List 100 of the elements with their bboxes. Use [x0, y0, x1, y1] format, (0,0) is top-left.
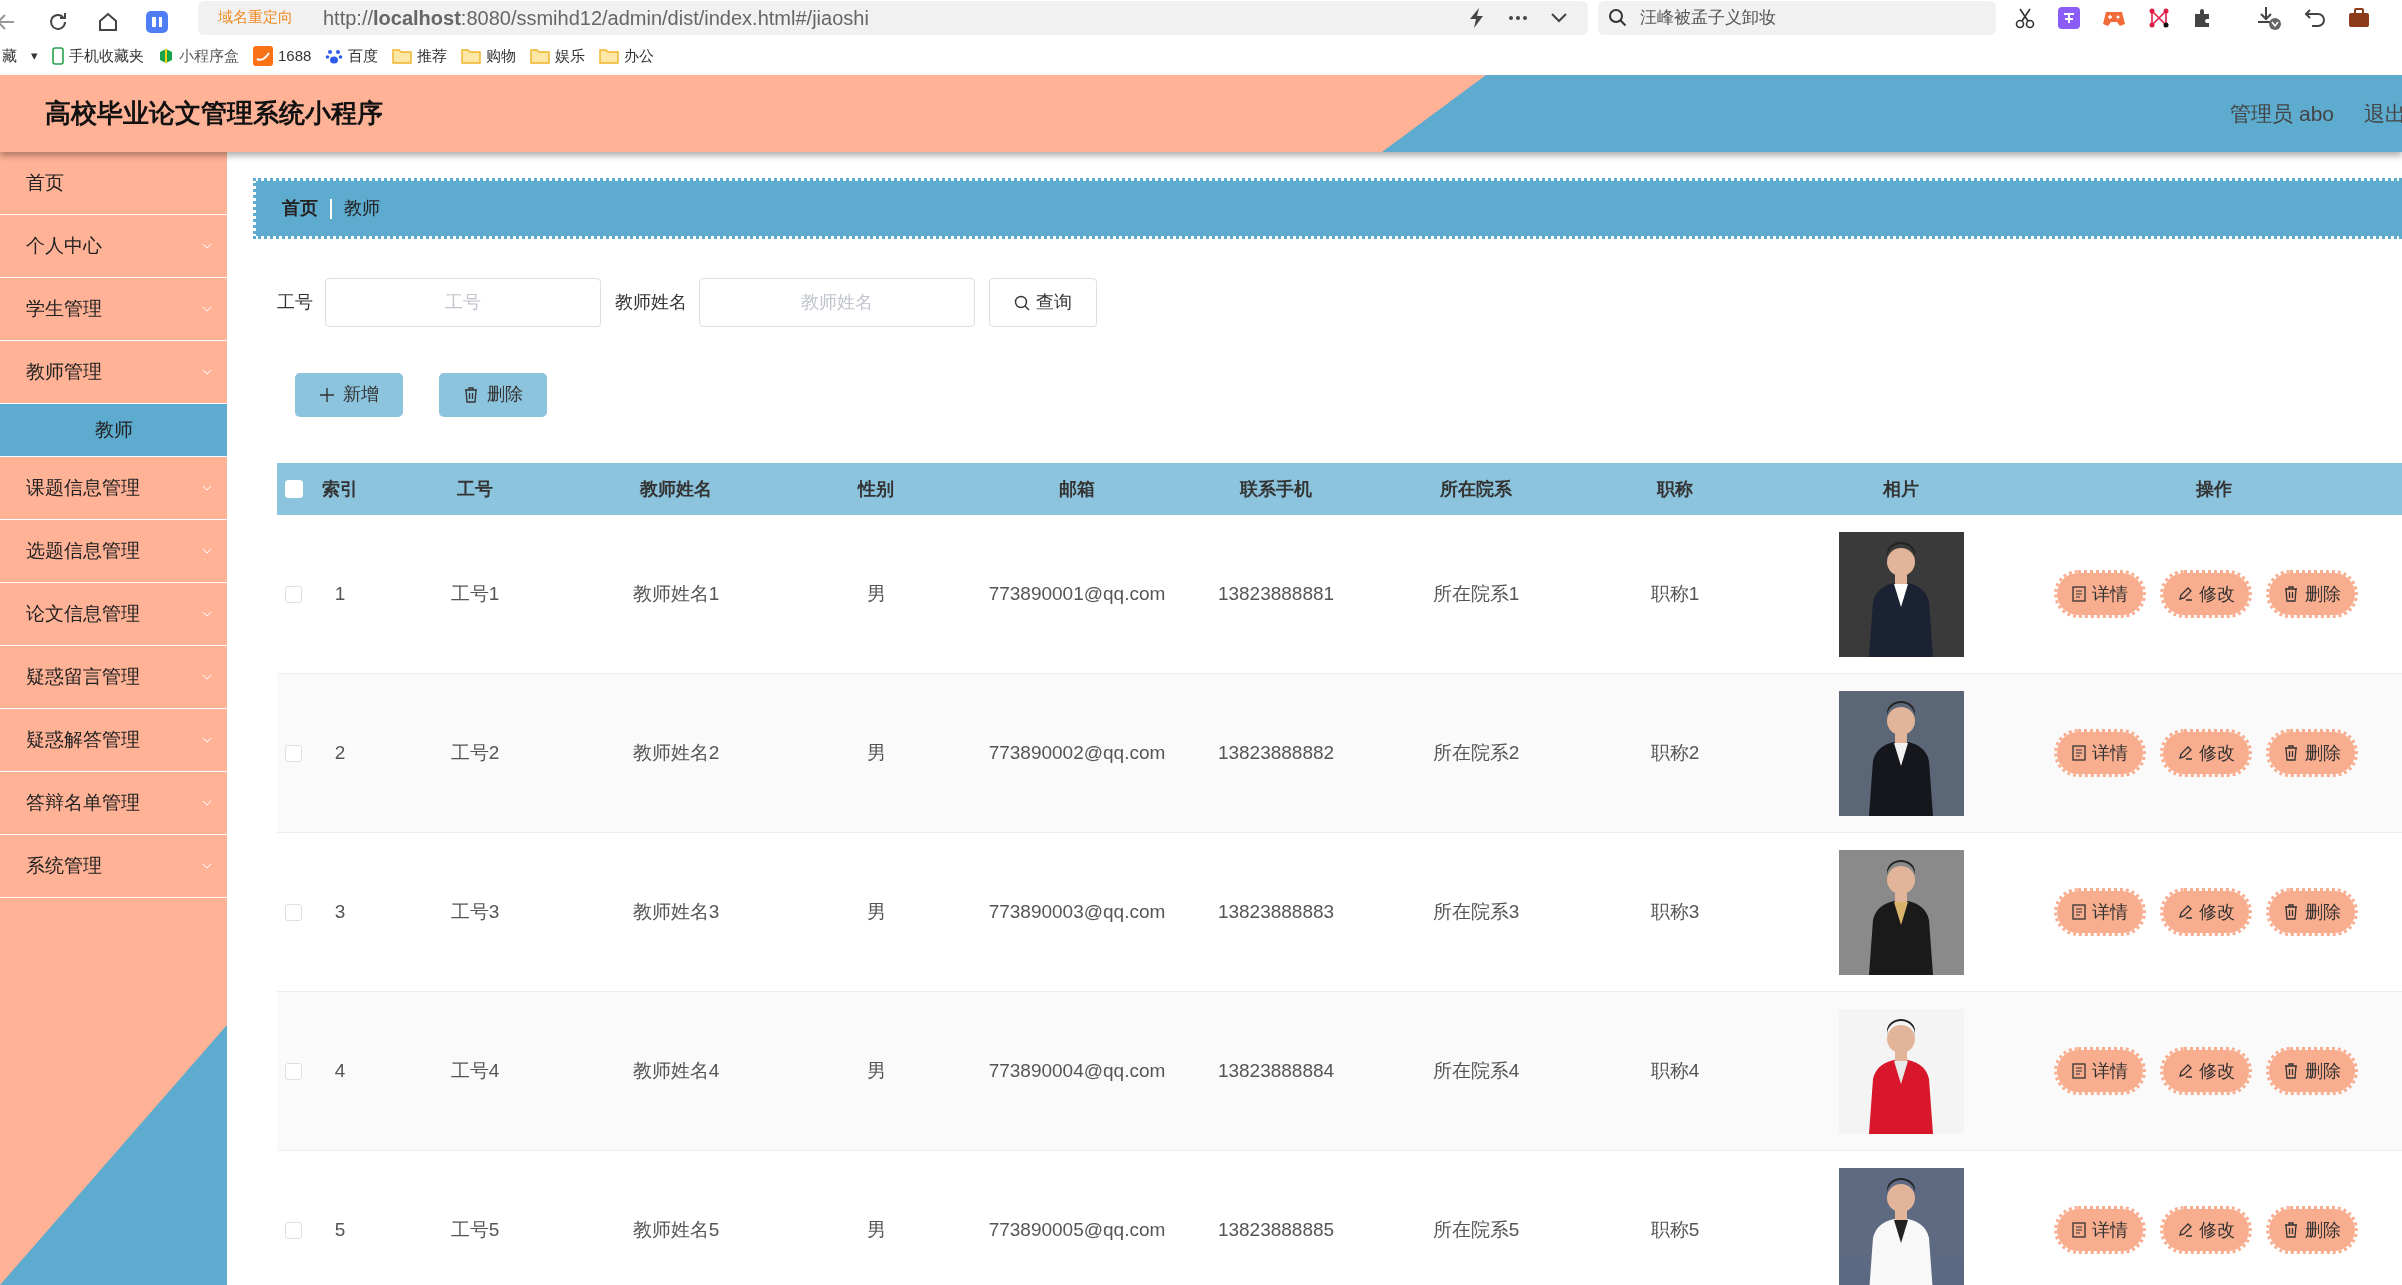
lightning-icon[interactable] — [1468, 7, 1486, 28]
table-cell-text: 2 — [334, 740, 346, 765]
bookmark-item[interactable]: 手机收藏夹 — [52, 44, 144, 68]
address-bar[interactable]: 域名重定向 http://localhost:8080/ssmihd12/admin/dist/index.html#/jiaoshi — [198, 0, 1588, 35]
edit-button[interactable]: 修改 — [2160, 888, 2252, 936]
table-cell-text: 1 — [334, 581, 346, 606]
table-cell-text: 773890004@qq.com — [988, 1058, 1166, 1083]
user-label: 管理员 abo — [2230, 100, 2334, 127]
table-cell-text: 职称1 — [1650, 581, 1700, 606]
url-text: http://localhost:8080/ssmihd12/admin/dist/index.html#/jiaoshi — [323, 5, 869, 31]
detail-button[interactable]: 详情 — [2054, 888, 2146, 936]
folder-icon — [530, 48, 551, 64]
translate-icon[interactable] — [2058, 6, 2080, 29]
column-header: 索引 — [322, 477, 358, 501]
bookmark-item[interactable]: 小程序盒 — [158, 44, 239, 68]
trash-icon — [463, 386, 479, 403]
folder-icon — [392, 48, 413, 64]
delete-button[interactable]: 删除 — [2266, 888, 2358, 936]
table-cell-text: 男 — [866, 1058, 886, 1083]
bookmark-item[interactable]: 购物 — [461, 44, 517, 68]
column-header: 相片 — [1883, 477, 1919, 501]
bookmark-item[interactable]: 百度 — [325, 44, 379, 68]
more-icon[interactable] — [1508, 14, 1528, 21]
table-cell-text: 13823888884 — [1217, 1058, 1335, 1083]
table-cell-text: 4 — [334, 1058, 346, 1083]
table-cell-text: 教师姓名2 — [632, 740, 720, 765]
checkbox[interactable] — [285, 1062, 302, 1080]
table-cell-text: 教师姓名3 — [632, 899, 720, 924]
search-button[interactable]: 查询 — [989, 278, 1097, 327]
table-cell-text: 773890001@qq.com — [988, 581, 1166, 606]
detail-button[interactable]: 详情 — [2054, 570, 2146, 618]
input-field[interactable]: 工号 — [325, 278, 601, 327]
table-cell-text: 男 — [866, 740, 886, 765]
pencil-icon — [2177, 904, 2193, 920]
download-icon[interactable] — [2256, 4, 2282, 31]
trash-icon — [2283, 1222, 2299, 1238]
bookmark-item[interactable]: 1688 — [253, 44, 312, 68]
pencil-icon — [2177, 1222, 2193, 1238]
column-header: 联系手机 — [1240, 477, 1312, 501]
sidebar-subitem[interactable]: 教师 — [0, 404, 227, 457]
folder-icon — [461, 48, 482, 64]
add-button[interactable]: 新增 — [295, 372, 403, 417]
caret-icon[interactable]: ▾ — [31, 46, 38, 66]
edit-button[interactable]: 修改 — [2160, 729, 2252, 777]
document-icon — [2072, 1222, 2086, 1238]
plus-icon — [319, 386, 335, 403]
search-box[interactable]: 汪峰被孟子义卸妆 — [1598, 0, 1996, 35]
table-cell-text: 所在院系5 — [1432, 1217, 1520, 1242]
document-icon — [2072, 586, 2086, 602]
detail-button[interactable]: 详情 — [2054, 1047, 2146, 1095]
bookmark-item[interactable]: 娱乐 — [530, 44, 586, 68]
table-cell-text: 教师姓名1 — [632, 581, 720, 606]
checkbox[interactable] — [285, 903, 302, 921]
delete-button[interactable]: 删除 — [2266, 729, 2358, 777]
bookmark-item[interactable]: 推荐 — [392, 44, 448, 68]
logout-link[interactable]: 退出 — [2364, 97, 2402, 130]
detail-button[interactable]: 详情 — [2054, 729, 2146, 777]
delete-button[interactable]: 删除 — [2266, 570, 2358, 618]
field-label: 工号 — [277, 291, 313, 314]
checkbox[interactable] — [285, 1221, 302, 1239]
column-header: 操作 — [2196, 477, 2232, 501]
breadcrumb-link[interactable]: 首页 — [282, 195, 318, 222]
undo-icon[interactable] — [2304, 7, 2326, 28]
edit-button[interactable]: 修改 — [2160, 1206, 2252, 1254]
column-header: 工号 — [457, 477, 493, 501]
search-icon — [1608, 7, 1628, 28]
table-cell-text: 所在院系1 — [1432, 581, 1520, 606]
scissors-icon[interactable] — [2014, 6, 2036, 29]
checkbox[interactable] — [285, 744, 302, 762]
breadcrumb-link[interactable]: 教师 — [344, 195, 380, 222]
delete-button[interactable]: 删除 — [2266, 1206, 2358, 1254]
bookmark-label[interactable]: 藏 — [2, 44, 17, 68]
table-cell-text: 13823888882 — [1217, 740, 1335, 765]
edit-button[interactable]: 修改 — [2160, 1047, 2252, 1095]
column-header: 邮箱 — [1059, 477, 1095, 501]
input-field[interactable]: 教师姓名 — [699, 278, 975, 327]
detail-button[interactable]: 详情 — [2054, 1206, 2146, 1254]
chevron-down-icon[interactable] — [1550, 11, 1568, 24]
checkbox[interactable] — [285, 585, 302, 603]
search-icon — [1014, 294, 1030, 311]
paw-icon — [325, 47, 344, 65]
bookmark-item[interactable]: 办公 — [599, 44, 655, 68]
table-cell-text: 职称3 — [1650, 899, 1700, 924]
pencil-icon — [2177, 586, 2193, 602]
network-icon[interactable] — [2148, 6, 2170, 29]
search-text: 汪峰被孟子义卸妆 — [1640, 6, 1776, 29]
briefcase-icon[interactable] — [2348, 7, 2370, 28]
trash-icon — [2283, 745, 2299, 761]
table-cell-text: 男 — [866, 899, 886, 924]
document-icon — [2072, 1063, 2086, 1079]
delete-button[interactable]: 删除 — [2266, 1047, 2358, 1095]
edit-button[interactable]: 修改 — [2160, 570, 2252, 618]
delete-button[interactable]: 删除 — [439, 372, 547, 417]
table-cell-text: 教师姓名4 — [632, 1058, 720, 1083]
table-cell-text: 773890002@qq.com — [988, 740, 1166, 765]
redirect-label: 域名重定向 — [218, 7, 293, 28]
table-cell-text: 13823888881 — [1217, 581, 1335, 606]
table-cell-text: 13823888883 — [1217, 899, 1335, 924]
table-cell-text: 男 — [866, 1217, 886, 1242]
document-icon — [2072, 745, 2086, 761]
